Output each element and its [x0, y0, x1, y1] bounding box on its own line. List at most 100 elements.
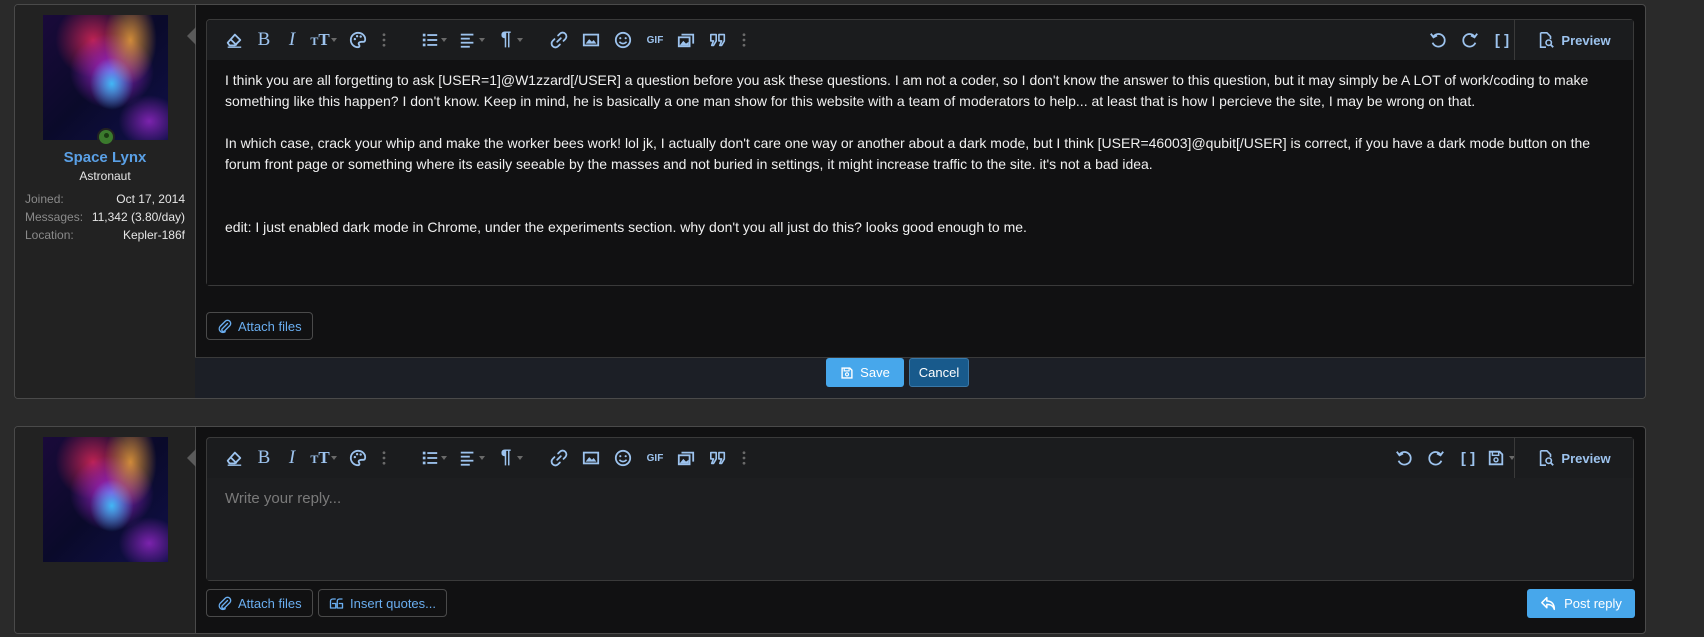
attach-files-button[interactable]: Attach files: [206, 589, 313, 617]
text-color-button[interactable]: [345, 28, 371, 52]
undo-button[interactable]: [1425, 28, 1451, 52]
stat-value[interactable]: Kepler-186f: [123, 226, 185, 244]
bold-icon: B: [257, 447, 271, 468]
insert-image-button[interactable]: [578, 28, 604, 52]
cancel-button[interactable]: Cancel: [909, 358, 969, 387]
text-color-button[interactable]: [345, 446, 371, 470]
insert-quotes-button[interactable]: Insert quotes...: [318, 589, 447, 617]
reply-arrow-icon: [1541, 596, 1556, 611]
preview-button[interactable]: Preview: [1514, 20, 1633, 61]
message-arrow: [187, 449, 196, 467]
save-label: Save: [860, 365, 890, 380]
save-button[interactable]: Save: [826, 358, 904, 387]
text-size-icon: TT: [310, 30, 330, 49]
link-icon: [550, 449, 568, 467]
insert-link-button[interactable]: [546, 446, 572, 470]
list-button[interactable]: [417, 446, 447, 470]
vertical-dots-icon: [382, 451, 386, 465]
stat-messages: Messages: 11,342 (3.80/day): [25, 208, 185, 226]
insert-media-button[interactable]: [673, 446, 699, 470]
post-edit-container: Space Lynx Astronaut Joined: Oct 17, 201…: [14, 4, 1646, 399]
insert-image-button[interactable]: [578, 446, 604, 470]
italic-icon: I: [288, 29, 296, 50]
cancel-label: Cancel: [918, 365, 960, 380]
post-reply-button[interactable]: Post reply: [1527, 589, 1635, 618]
insert-media-button[interactable]: [673, 28, 699, 52]
font-size-button[interactable]: TT: [307, 446, 337, 470]
paragraph-icon: ¶: [500, 447, 512, 468]
user-title: Astronaut: [79, 169, 131, 183]
paragraph-button[interactable]: ¶: [493, 28, 523, 52]
italic-button[interactable]: I: [279, 446, 305, 470]
insert-link-button[interactable]: [546, 28, 572, 52]
user-avatar[interactable]: [43, 437, 168, 562]
italic-icon: I: [288, 447, 296, 468]
align-button[interactable]: [455, 28, 485, 52]
bold-button[interactable]: B: [251, 28, 277, 52]
stat-label: Joined:: [25, 192, 64, 206]
align-left-icon: [460, 451, 474, 466]
eraser-icon: [226, 33, 242, 48]
preview-label: Preview: [1561, 450, 1611, 466]
toggle-bbcode-button[interactable]: [ ]: [1455, 446, 1481, 470]
stat-location: Location: Kepler-186f: [25, 226, 185, 244]
user-avatar[interactable]: [43, 15, 168, 140]
clear-formatting-button[interactable]: [221, 446, 247, 470]
italic-button[interactable]: I: [279, 28, 305, 52]
preview-icon: [1540, 31, 1555, 49]
media-gallery-icon: [677, 451, 695, 466]
align-button[interactable]: [455, 446, 485, 470]
font-size-button[interactable]: TT: [307, 28, 337, 52]
stat-value[interactable]: 11,342 (3.80/day): [92, 208, 185, 226]
toggle-bbcode-button[interactable]: [ ]: [1489, 28, 1515, 52]
reply-input[interactable]: Write your reply...: [207, 478, 1633, 580]
user-info-panel: Space Lynx Astronaut Joined: Oct 17, 201…: [15, 5, 196, 398]
username-link[interactable]: Space Lynx: [15, 149, 195, 166]
insert-quote-button[interactable]: [705, 446, 731, 470]
more-text-options-button[interactable]: [379, 446, 389, 470]
insert-emoji-button[interactable]: [610, 28, 636, 52]
align-left-icon: [460, 33, 474, 48]
palette-icon: [349, 449, 367, 467]
attach-files-button[interactable]: Attach files: [206, 312, 313, 340]
insert-quote-button[interactable]: [705, 28, 731, 52]
list-button[interactable]: [417, 28, 447, 52]
quote-icon: [329, 597, 344, 609]
smiley-icon: [614, 31, 632, 49]
editor-content[interactable]: I think you are all forgetting to ask [U…: [207, 60, 1633, 285]
stat-label: Messages:: [25, 210, 84, 224]
brackets-icon: [ ]: [1494, 31, 1510, 49]
list-icon: [422, 451, 438, 465]
preview-icon: [1540, 449, 1555, 467]
link-icon: [550, 31, 568, 49]
user-stats: Joined: Oct 17, 2014 Messages: 11,342 (3…: [25, 190, 185, 244]
clear-formatting-button[interactable]: [221, 28, 247, 52]
paragraph-button[interactable]: ¶: [493, 446, 523, 470]
redo-button[interactable]: [1423, 446, 1449, 470]
insert-gif-button[interactable]: GIF: [642, 28, 668, 52]
undo-icon: [1396, 451, 1412, 466]
stat-label: Location:: [25, 228, 74, 242]
more-insert-options-button[interactable]: [739, 28, 749, 52]
bold-icon: B: [257, 29, 271, 50]
undo-button[interactable]: [1391, 446, 1417, 470]
insert-emoji-button[interactable]: [610, 446, 636, 470]
quote-icon: [709, 33, 726, 47]
text-size-icon: TT: [310, 448, 330, 467]
more-text-options-button[interactable]: [379, 28, 389, 52]
insert-gif-button[interactable]: GIF: [642, 446, 668, 470]
paperclip-icon: [218, 319, 232, 333]
redo-icon: [1462, 33, 1478, 48]
more-insert-options-button[interactable]: [739, 446, 749, 470]
reply-placeholder: Write your reply...: [225, 490, 342, 507]
undo-icon: [1430, 33, 1446, 48]
message-arrow: [187, 27, 196, 45]
redo-button[interactable]: [1457, 28, 1483, 52]
stat-joined: Joined: Oct 17, 2014: [25, 190, 185, 208]
drafts-button[interactable]: [1483, 446, 1515, 470]
vertical-dots-icon: [742, 33, 746, 47]
online-status-icon: [97, 128, 115, 146]
bold-button[interactable]: B: [251, 446, 277, 470]
preview-button[interactable]: Preview: [1514, 438, 1633, 479]
reply-editor: B I TT ¶ GIF [] Preview Write your repl…: [206, 437, 1634, 581]
